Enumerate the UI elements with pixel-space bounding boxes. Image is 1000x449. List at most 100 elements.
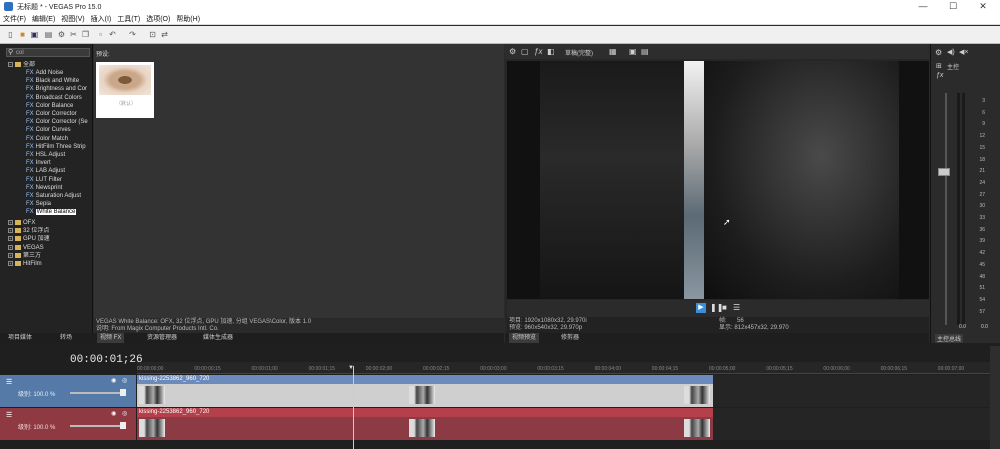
track-solo-icon[interactable]: ◎ bbox=[122, 410, 127, 417]
menu-edit[interactable]: 编辑(E) bbox=[29, 13, 58, 25]
save-icon[interactable]: ▣ bbox=[30, 30, 39, 39]
meter-tick-label: 3 bbox=[982, 98, 985, 104]
tab-trimmer[interactable]: 修剪器 bbox=[561, 333, 579, 343]
track-level-handle[interactable] bbox=[120, 422, 126, 429]
left-tab-strip: 项目媒体 转场 视频 FX 资源管理器 媒体生成器 bbox=[0, 333, 504, 343]
tree-group[interactable]: + HitFilm bbox=[8, 260, 101, 268]
fx-item-label: Color Corrector bbox=[35, 111, 77, 117]
speaker-icon[interactable]: ◀) bbox=[947, 48, 955, 56]
tab-media-generators[interactable]: 媒体生成器 bbox=[203, 333, 233, 343]
new-icon[interactable]: ▯ bbox=[6, 30, 15, 39]
track-menu-icon[interactable]: ☰ bbox=[6, 378, 12, 386]
expand-icon[interactable]: + bbox=[8, 252, 13, 258]
tree-group[interactable]: + 第三方 bbox=[8, 252, 101, 260]
folder-icon bbox=[15, 61, 21, 67]
search-input[interactable]: col bbox=[6, 48, 90, 57]
menu-file[interactable]: 文件(F) bbox=[0, 13, 29, 25]
expand-icon[interactable]: + bbox=[8, 219, 13, 225]
copy-frame-icon[interactable]: ▢ bbox=[521, 47, 529, 56]
video-track-1-header[interactable]: ☰ ◉ ◎ 级别: 100.0 % bbox=[0, 375, 136, 407]
menu-tools[interactable]: 工具(T) bbox=[114, 13, 143, 25]
insert-fx-icon[interactable]: ⊞ bbox=[936, 62, 942, 70]
menu-icon[interactable]: ☰ bbox=[733, 303, 740, 312]
tree-group[interactable]: +32 位浮点 bbox=[8, 227, 101, 235]
track-fx-icon[interactable]: ◉ bbox=[111, 410, 116, 417]
video-clip-1[interactable]: kissing-2253862_960_720 bbox=[137, 375, 713, 407]
track-level-slider[interactable] bbox=[70, 425, 120, 427]
master-fx-icon[interactable]: ƒx bbox=[936, 72, 943, 79]
undo-icon[interactable]: ↶ bbox=[108, 30, 117, 39]
master-peak-left: 0.0 bbox=[959, 324, 966, 330]
snapshot-icon[interactable]: ▣ bbox=[629, 47, 637, 56]
tab-explorer[interactable]: 资源管理器 bbox=[147, 333, 177, 343]
ruler-tick-label: 00:00:07;00 bbox=[937, 366, 965, 372]
timeline-scrollbar[interactable] bbox=[990, 346, 1000, 449]
tab-video-fx[interactable]: 视频 FX bbox=[97, 333, 125, 343]
close-button[interactable]: ✕ bbox=[970, 0, 996, 13]
fx-badge: FX bbox=[26, 193, 34, 199]
master-fader-track bbox=[945, 93, 947, 325]
fx-icon[interactable]: ƒx bbox=[534, 47, 542, 56]
presets-label: 预设: bbox=[96, 52, 110, 58]
open-icon[interactable]: ■ bbox=[18, 30, 27, 39]
collapse-icon[interactable]: − bbox=[8, 61, 13, 67]
tab-project-media[interactable]: 项目媒体 bbox=[8, 333, 32, 343]
tab-transitions[interactable]: 转场 bbox=[60, 333, 72, 343]
expand-icon[interactable]: + bbox=[8, 236, 13, 242]
minimize-button[interactable]: — bbox=[910, 0, 936, 13]
tree-group[interactable]: + GPU 加速 bbox=[8, 235, 101, 243]
fx-badge: FX bbox=[26, 176, 34, 183]
expand-icon[interactable]: + bbox=[8, 228, 13, 234]
fx-description-line1: VEGAS White Balance: OFX, 32 位浮点, GPU 加速… bbox=[96, 319, 312, 325]
meter-tick-label: 54 bbox=[979, 296, 985, 303]
paste-icon[interactable]: ▫ bbox=[96, 30, 105, 39]
snap-icon[interactable]: ⊡ bbox=[148, 30, 157, 39]
menu-options[interactable]: 选项(O) bbox=[143, 13, 173, 25]
track-level-slider[interactable] bbox=[70, 392, 120, 394]
project-info: 项目: 1920x1080x32, 29.970i bbox=[509, 318, 587, 324]
track-menu-icon[interactable]: ☰ bbox=[6, 411, 12, 419]
play-icon[interactable]: ▶ bbox=[696, 303, 706, 313]
overlay-icon[interactable]: ▦ bbox=[609, 47, 617, 56]
render-icon[interactable]: ▤ bbox=[44, 30, 53, 39]
menu-insert[interactable]: 插入(I) bbox=[88, 13, 115, 25]
master-fader-handle[interactable] bbox=[938, 168, 950, 176]
search-icon: ⚲ bbox=[8, 49, 14, 56]
expand-icon[interactable]: + bbox=[8, 244, 13, 250]
playhead-marker-icon[interactable]: ▼ bbox=[348, 365, 354, 371]
expand-icon[interactable]: + bbox=[8, 260, 13, 266]
maximize-button[interactable]: ☐ bbox=[940, 0, 966, 13]
track-fx-icon[interactable]: ◉ bbox=[111, 377, 116, 384]
mouse-cursor-icon: ➚ bbox=[723, 217, 731, 227]
tab-video-preview[interactable]: 视频预览 bbox=[509, 333, 540, 343]
menu-view[interactable]: 视图(V) bbox=[58, 13, 87, 25]
menu-help[interactable]: 帮助(H) bbox=[173, 13, 203, 25]
save-snapshot-icon[interactable]: ▤ bbox=[641, 47, 649, 56]
fx-badge: FX bbox=[26, 119, 34, 126]
settings-icon[interactable]: ⚙ bbox=[509, 47, 516, 56]
playhead[interactable] bbox=[353, 366, 354, 449]
video-track-2-header[interactable]: ☰ ◉ ◎ 级别: 100.0 % bbox=[0, 408, 136, 440]
redo-icon[interactable]: ↷ bbox=[128, 30, 137, 39]
properties-icon[interactable]: ⚙ bbox=[57, 30, 66, 39]
ruler-tick-label: 00:00:00;15 bbox=[194, 366, 221, 372]
tree-root[interactable]: − 全部 bbox=[8, 61, 101, 69]
fx-item-label: Color Balance bbox=[35, 102, 74, 109]
copy-icon[interactable]: ❐ bbox=[81, 30, 90, 39]
quality-select[interactable]: 草稿(完整) bbox=[565, 48, 593, 57]
track-solo-icon[interactable]: ◎ bbox=[122, 377, 127, 384]
ripple-icon[interactable]: ⇄ bbox=[160, 30, 169, 39]
cut-icon[interactable]: ✂ bbox=[69, 30, 78, 39]
tree-group[interactable]: + OFX bbox=[8, 219, 101, 227]
video-clip-2[interactable]: kissing-2253862_960_720 bbox=[137, 408, 713, 440]
tab-master-bus[interactable]: 主控总线 bbox=[935, 334, 964, 343]
mute-icon[interactable]: ◀× bbox=[959, 48, 968, 56]
track-level-handle[interactable] bbox=[120, 389, 126, 396]
preview-frame[interactable]: ➚ bbox=[507, 61, 929, 299]
master-settings-icon[interactable]: ⚙ bbox=[935, 48, 942, 57]
split-icon[interactable]: ◧ bbox=[547, 47, 555, 56]
video-track-1: kissing-2253862_960_720 bbox=[137, 375, 990, 407]
meter-tick-label: 30 bbox=[979, 203, 985, 210]
tree-group[interactable]: + VEGAS bbox=[8, 244, 101, 252]
stop-icon[interactable]: ■ bbox=[722, 303, 727, 312]
